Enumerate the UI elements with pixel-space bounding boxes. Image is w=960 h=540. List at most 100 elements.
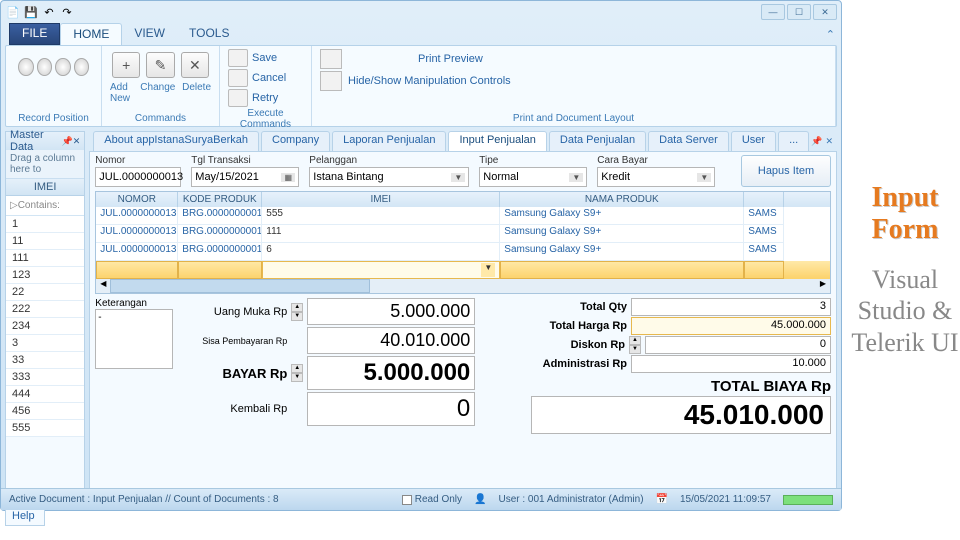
grid-new-row[interactable]: ▼: [96, 261, 830, 279]
nav-prev-icon[interactable]: [37, 58, 53, 76]
list-item[interactable]: 33: [6, 352, 84, 369]
edit-button[interactable]: ✎: [146, 52, 174, 78]
retry-link[interactable]: Retry: [252, 92, 278, 104]
col-nama[interactable]: NAMA PRODUK: [500, 192, 744, 207]
list-item[interactable]: 11: [6, 233, 84, 250]
doc-body: Nomor JUL.0000000013 Tgl Transaksi May/1…: [89, 151, 837, 504]
list-item[interactable]: 234: [6, 318, 84, 335]
col-nomor[interactable]: NOMOR: [96, 192, 178, 207]
col-imei[interactable]: IMEI: [6, 179, 84, 196]
group-hint: Drag a column here to: [6, 150, 84, 179]
doc-tab[interactable]: About appIstanaSuryaBerkah: [93, 131, 259, 151]
tab-home[interactable]: HOME: [60, 23, 122, 45]
calendar-icon[interactable]: ▦: [281, 173, 295, 182]
retry-icon[interactable]: [228, 89, 248, 107]
cara-input[interactable]: Kredit▼: [597, 167, 715, 187]
list-item[interactable]: 333: [6, 369, 84, 386]
save-icon[interactable]: 💾: [23, 4, 39, 20]
sisa-input[interactable]: 40.010.000: [307, 327, 475, 354]
doc-tab[interactable]: User: [731, 131, 776, 151]
nav-first-icon[interactable]: [18, 58, 34, 76]
tab-tools[interactable]: TOOLS: [177, 23, 241, 45]
group-commands: + ✎ ✕ Add New Change Delete Commands: [102, 46, 220, 126]
diskon-input[interactable]: 0: [645, 336, 831, 354]
chevron-down-icon[interactable]: ▼: [569, 173, 583, 182]
file-menu[interactable]: FILE: [9, 23, 60, 45]
nav-last-icon[interactable]: [74, 58, 90, 76]
tipe-input[interactable]: Normal▼: [479, 167, 587, 187]
tab-view[interactable]: VIEW: [122, 23, 177, 45]
doc-tab[interactable]: Laporan Penjualan: [332, 131, 446, 151]
hapus-item-button[interactable]: Hapus Item: [741, 155, 831, 187]
list-item[interactable]: 555: [6, 420, 84, 437]
table-row[interactable]: JUL.0000000013...BRG.0000000001555Samsun…: [96, 207, 830, 225]
doc-tab[interactable]: Company: [261, 131, 330, 151]
window-controls: — ☐ ✕: [761, 4, 837, 20]
col-kode[interactable]: KODE PRODUK: [178, 192, 262, 207]
list-item[interactable]: 123: [6, 267, 84, 284]
pelanggan-input[interactable]: Istana Bintang▼: [309, 167, 469, 187]
save-icon[interactable]: [228, 49, 248, 67]
list-item[interactable]: 456: [6, 403, 84, 420]
kembali-input[interactable]: 0: [307, 392, 475, 426]
nomor-input[interactable]: JUL.0000000013: [95, 167, 181, 187]
doc-tab[interactable]: Data Penjualan: [549, 131, 646, 151]
doc-tab[interactable]: ...: [778, 131, 809, 151]
undo-icon[interactable]: ↶: [41, 4, 57, 20]
ket-label: Keterangan: [95, 298, 173, 309]
list-item[interactable]: 1: [6, 216, 84, 233]
table-row[interactable]: JUL.0000000013...BRG.0000000001111Samsun…: [96, 225, 830, 243]
maximize-button[interactable]: ☐: [787, 4, 811, 20]
doc-tab[interactable]: Input Penjualan: [448, 131, 546, 151]
col-extra[interactable]: [744, 192, 784, 207]
ribbon-panel: Record Position + ✎ ✕ Add New Change Del…: [5, 45, 837, 127]
readonly-checkbox[interactable]: [402, 495, 412, 505]
uang-input[interactable]: 5.000.000: [307, 298, 475, 325]
bayar-input[interactable]: 5.000.000: [307, 356, 475, 390]
pin-icon[interactable]: 📌: [62, 136, 73, 147]
tab-close-icon[interactable]: ✕: [825, 136, 833, 147]
tqty-value: 3: [631, 298, 831, 316]
hideshow-icon[interactable]: [320, 71, 342, 91]
list-item[interactable]: 444: [6, 386, 84, 403]
spinner[interactable]: ▲▼: [291, 364, 303, 382]
preview-icon[interactable]: [320, 49, 342, 69]
redo-icon[interactable]: ↷: [59, 4, 75, 20]
print-preview-link[interactable]: Print Preview: [418, 53, 483, 65]
grid-h-scrollbar[interactable]: ◀ ▶: [96, 279, 830, 293]
chevron-down-icon[interactable]: ▼: [481, 263, 495, 277]
col-imei[interactable]: IMEI: [262, 192, 500, 207]
doc-tab[interactable]: Data Server: [648, 131, 729, 151]
add-button[interactable]: +: [112, 52, 140, 78]
filter-row[interactable]: ▷ Contains:: [6, 196, 84, 216]
minimize-button[interactable]: —: [761, 4, 785, 20]
save-link[interactable]: Save: [252, 52, 277, 64]
chevron-down-icon[interactable]: ▼: [451, 173, 465, 182]
hideshow-link[interactable]: Hide/Show Manipulation Controls: [348, 75, 511, 87]
new-icon[interactable]: 📄: [5, 4, 21, 20]
close-button[interactable]: ✕: [813, 4, 837, 20]
tab-pin-icon[interactable]: 📌: [811, 136, 822, 147]
help-link[interactable]: Help: [5, 508, 45, 526]
change-label: Change: [140, 82, 175, 104]
nav-next-icon[interactable]: [55, 58, 71, 76]
cancel-link[interactable]: Cancel: [252, 72, 286, 84]
list-item[interactable]: 3: [6, 335, 84, 352]
chevron-down-icon[interactable]: ▼: [697, 173, 711, 182]
spinner[interactable]: ▲▼: [629, 336, 641, 354]
tqty-label: Total Qty: [580, 301, 627, 313]
delete-button[interactable]: ✕: [181, 52, 209, 78]
tgl-input[interactable]: May/15/2021▦: [191, 167, 299, 187]
ribbon-collapse-icon[interactable]: ⌃: [826, 23, 835, 45]
close-icon[interactable]: ✕: [73, 136, 81, 147]
cancel-icon[interactable]: [228, 69, 248, 87]
table-row[interactable]: JUL.0000000013...BRG.00000000016Samsung …: [96, 243, 830, 261]
list-item[interactable]: 222: [6, 301, 84, 318]
calendar-icon: 📅: [656, 494, 668, 505]
list-item[interactable]: 111: [6, 250, 84, 267]
admin-value: 10.000: [631, 355, 831, 373]
imei-dropdown[interactable]: ▼: [262, 261, 500, 279]
spinner[interactable]: ▲▼: [291, 303, 303, 321]
keterangan-input[interactable]: -: [95, 309, 173, 369]
list-item[interactable]: 22: [6, 284, 84, 301]
